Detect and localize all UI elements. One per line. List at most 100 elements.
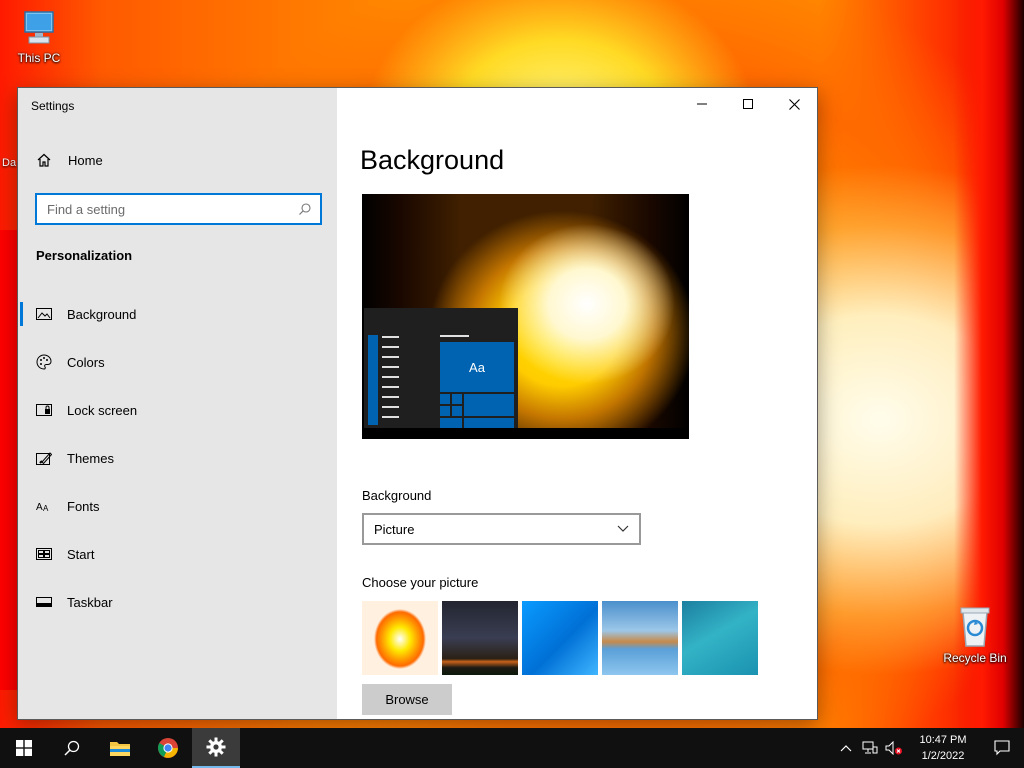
- thumbnail-fire-explosion[interactable]: [362, 601, 438, 675]
- start-icon: [36, 546, 52, 562]
- settings-taskbar-button[interactable]: [192, 728, 240, 768]
- preview-tile: [464, 394, 514, 416]
- thumbnail-beach-rocks[interactable]: [602, 601, 678, 675]
- maximize-icon: [743, 99, 753, 109]
- chevron-up-icon: [840, 745, 852, 752]
- desktop-icon-label: Recycle Bin: [943, 651, 1007, 665]
- chevron-down-icon: [617, 525, 629, 532]
- windows-logo-icon: [16, 740, 32, 756]
- desktop-icon-recycle-bin[interactable]: Recycle Bin: [940, 604, 1010, 665]
- preview-taskbar: [362, 428, 689, 439]
- page-title: Background: [360, 145, 505, 175]
- browse-button[interactable]: Browse: [362, 684, 452, 715]
- settings-window: Settings Home Personalization Background: [17, 87, 818, 720]
- thumbnail-windows-blue[interactable]: [522, 601, 598, 675]
- sidebar-item-background[interactable]: Background: [18, 290, 337, 338]
- preview-tile: [452, 394, 462, 404]
- nav-home-label: Home: [68, 152, 103, 168]
- preview-tile: [440, 394, 450, 404]
- preview-line: [440, 335, 469, 337]
- themes-icon: [36, 450, 52, 466]
- computer-icon: [24, 11, 54, 44]
- thumbnail-night-sky[interactable]: [442, 601, 518, 675]
- show-hidden-icons-button[interactable]: [834, 728, 858, 768]
- preview-line: [382, 356, 399, 358]
- search-input[interactable]: [47, 201, 298, 217]
- desktop-icon-label-partial: Da: [2, 157, 17, 169]
- sidebar-item-label: Taskbar: [67, 594, 113, 610]
- background-type-dropdown[interactable]: Picture: [362, 513, 641, 545]
- volume-muted-icon: [885, 741, 902, 755]
- preview-rail: [368, 335, 378, 425]
- svg-text:A: A: [36, 502, 43, 513]
- window-caption-buttons: [679, 88, 817, 120]
- section-heading: Personalization: [36, 248, 133, 263]
- search-button[interactable]: [48, 728, 96, 768]
- preview-tile: Aa: [440, 342, 514, 392]
- preview-line: [382, 366, 399, 368]
- close-icon: [788, 98, 800, 110]
- fonts-icon: AA: [36, 498, 52, 514]
- action-center-button[interactable]: [980, 728, 1024, 768]
- desktop-icon-label: This PC: [17, 51, 61, 65]
- file-explorer-button[interactable]: [96, 728, 144, 768]
- desktop-icon-this-pc[interactable]: This PC: [4, 8, 74, 65]
- dropdown-value: Picture: [374, 521, 415, 537]
- search-icon: [299, 203, 311, 215]
- file-explorer-icon: [110, 742, 130, 756]
- taskbar-icon: [36, 594, 52, 610]
- sidebar-item-label: Fonts: [67, 498, 100, 514]
- sidebar-item-label: Start: [67, 546, 95, 562]
- sidebar-item-start[interactable]: Start: [18, 530, 337, 578]
- background-preview: Aa: [362, 194, 689, 439]
- preview-tile: [464, 418, 514, 428]
- system-tray: 10:47 PM 1/2/2022: [834, 728, 1024, 768]
- window-title: Settings: [31, 99, 75, 113]
- sidebar-item-themes[interactable]: Themes: [18, 434, 337, 482]
- sidebar-item-fonts[interactable]: AA Fonts: [18, 482, 337, 530]
- preview-line: [382, 396, 399, 398]
- notification-icon: [994, 740, 1010, 756]
- sidebar-item-label: Colors: [67, 354, 105, 370]
- lock-screen-icon: [36, 402, 52, 418]
- settings-icon: [206, 737, 226, 757]
- minimize-button[interactable]: [679, 88, 725, 120]
- start-button[interactable]: [0, 728, 48, 768]
- taskbar-clock[interactable]: 10:47 PM 1/2/2022: [906, 732, 980, 764]
- network-icon: [862, 741, 878, 754]
- network-button[interactable]: [858, 728, 882, 768]
- chrome-icon: [158, 738, 178, 758]
- preview-line: [382, 376, 399, 378]
- sidebar-item-colors[interactable]: Colors: [18, 338, 337, 386]
- taskbar: 10:47 PM 1/2/2022: [0, 728, 1024, 768]
- recycle-bin-icon: [960, 607, 990, 647]
- preview-tile: [440, 406, 450, 416]
- preview-start-menu: Aa: [364, 308, 518, 428]
- clock-date: 1/2/2022: [921, 750, 965, 762]
- sidebar-item-label: Themes: [67, 450, 114, 466]
- background-label: Background: [362, 488, 432, 503]
- sidebar-item-lock-screen[interactable]: Lock screen: [18, 386, 337, 434]
- minimize-icon: [697, 103, 707, 105]
- settings-search[interactable]: [35, 193, 322, 225]
- search-icon: [64, 740, 80, 756]
- settings-sidebar: Settings Home Personalization Background: [18, 88, 337, 719]
- preview-line: [382, 346, 399, 348]
- preview-line: [382, 336, 399, 338]
- sidebar-item-label: Lock screen: [67, 402, 138, 418]
- volume-button[interactable]: [882, 728, 906, 768]
- maximize-button[interactable]: [725, 88, 771, 120]
- preview-tile: [452, 406, 462, 416]
- picture-icon: [36, 306, 52, 322]
- choose-picture-label: Choose your picture: [362, 575, 479, 590]
- close-button[interactable]: [771, 88, 817, 120]
- nav-home[interactable]: Home: [36, 152, 103, 168]
- sidebar-item-taskbar[interactable]: Taskbar: [18, 578, 337, 626]
- thumbnail-underwater-swimmer[interactable]: [682, 601, 758, 675]
- palette-icon: [36, 354, 52, 370]
- picture-thumbnails: [362, 601, 758, 675]
- chrome-button[interactable]: [144, 728, 192, 768]
- preview-line: [382, 416, 399, 418]
- svg-text:A: A: [43, 504, 49, 513]
- wallpaper-edge: [0, 230, 18, 690]
